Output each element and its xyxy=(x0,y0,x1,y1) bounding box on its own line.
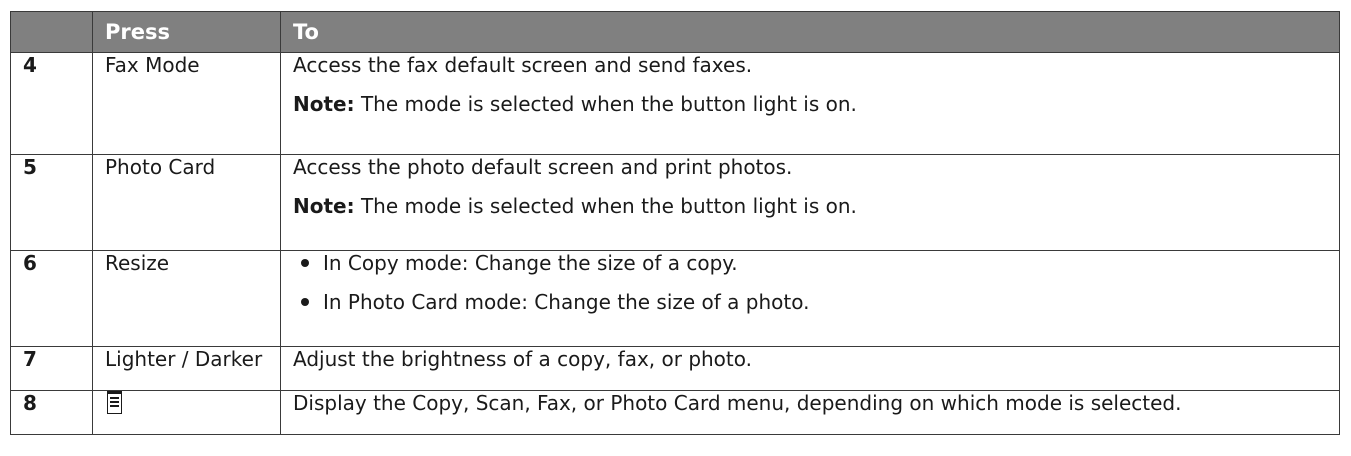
note-text: The mode is selected when the button lig… xyxy=(354,194,857,218)
description-text: Access the photo default screen and prin… xyxy=(293,155,793,179)
description-cell: Display the Copy, Scan, Fax, or Photo Ca… xyxy=(280,390,1340,435)
button-function-table: Press To 4 Fax Mode Access the fax defau… xyxy=(10,11,1340,435)
description-cell: Access the fax default screen and send f… xyxy=(280,52,1340,155)
description-cell: In Copy mode: Change the size of a copy.… xyxy=(280,250,1340,347)
press-cell: Resize xyxy=(92,250,281,347)
table-header-row: Press To xyxy=(10,11,1340,53)
table-row: 7 Lighter / Darker Adjust the brightness… xyxy=(10,346,1340,391)
note: Note: The mode is selected when the butt… xyxy=(293,92,1327,116)
table-row: 4 Fax Mode Access the fax default screen… xyxy=(10,52,1340,155)
note-label: Note: xyxy=(293,92,355,116)
bullet-list: In Copy mode: Change the size of a copy.… xyxy=(293,251,1327,314)
press-cell xyxy=(92,390,281,435)
table-row: 5 Photo Card Access the photo default sc… xyxy=(10,154,1340,251)
header-press: Press xyxy=(92,11,281,53)
row-number: 8 xyxy=(10,390,93,435)
row-number: 6 xyxy=(10,250,93,347)
press-cell: Photo Card xyxy=(92,154,281,251)
list-item-text: In Copy mode: Change the size of a copy. xyxy=(323,251,738,275)
press-cell: Fax Mode xyxy=(92,52,281,155)
document-page: Press To 4 Fax Mode Access the fax defau… xyxy=(0,0,1351,456)
table-row: 8 Display the Copy, Scan, Fax, or Photo … xyxy=(10,390,1340,435)
row-number: 4 xyxy=(10,52,93,155)
row-number: 7 xyxy=(10,346,93,391)
note-label: Note: xyxy=(293,194,355,218)
row-number: 5 xyxy=(10,154,93,251)
header-number xyxy=(10,11,93,53)
list-item: In Photo Card mode: Change the size of a… xyxy=(301,290,1327,314)
description-cell: Adjust the brightness of a copy, fax, or… xyxy=(280,346,1340,391)
list-item-text: In Photo Card mode: Change the size of a… xyxy=(323,290,810,314)
description-cell: Access the photo default screen and prin… xyxy=(280,154,1340,251)
note: Note: The mode is selected when the butt… xyxy=(293,194,1327,218)
list-item: In Copy mode: Change the size of a copy. xyxy=(301,251,1327,275)
menu-icon xyxy=(107,391,122,414)
table-row: 6 Resize In Copy mode: Change the size o… xyxy=(10,250,1340,347)
bullet-icon xyxy=(301,259,309,267)
description-text: Access the fax default screen and send f… xyxy=(293,53,753,77)
press-cell: Lighter / Darker xyxy=(92,346,281,391)
bullet-icon xyxy=(301,298,309,306)
note-text: The mode is selected when the button lig… xyxy=(354,92,857,116)
header-to: To xyxy=(280,11,1340,53)
